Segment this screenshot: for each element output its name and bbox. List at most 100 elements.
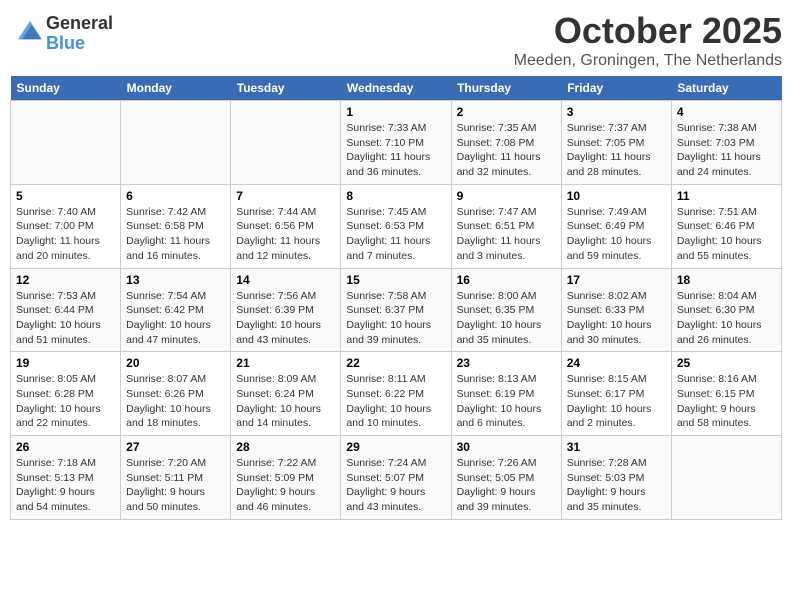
- calendar-day-18: 18 Sunrise: 8:04 AMSunset: 6:30 PMDayligh…: [671, 268, 781, 352]
- calendar-day-23: 23 Sunrise: 8:13 AMSunset: 6:19 PMDayligh…: [451, 352, 561, 436]
- day-info: Sunrise: 7:40 AMSunset: 7:00 PMDaylight:…: [16, 205, 115, 264]
- day-info: Sunrise: 7:51 AMSunset: 6:46 PMDaylight:…: [677, 205, 776, 264]
- day-number: 7: [236, 189, 335, 203]
- day-number: 23: [457, 356, 556, 370]
- day-info: Sunrise: 7:58 AMSunset: 6:37 PMDaylight:…: [346, 289, 445, 348]
- logo-icon: [14, 17, 46, 45]
- day-number: 27: [126, 440, 225, 454]
- calendar-day-1: 1Sunrise: 7:33 AMSunset: 7:10 PMDaylight…: [341, 101, 451, 185]
- day-number: 11: [677, 189, 776, 203]
- calendar-week-row: 12Sunrise: 7:53 AMSunset: 6:44 PMDayligh…: [11, 268, 782, 352]
- weekday-header-saturday: Saturday: [671, 76, 781, 101]
- day-number: 14: [236, 273, 335, 287]
- calendar-day-empty: [671, 436, 781, 520]
- calendar-day-30: 30 Sunrise: 7:26 AMSunset: 5:05 PMDayligh…: [451, 436, 561, 520]
- day-number: 3: [567, 105, 666, 119]
- day-info: Sunrise: 8:00 AMSunset: 6:35 PMDaylight:…: [457, 289, 556, 348]
- calendar-day-6: 6 Sunrise: 7:42 AMSunset: 6:58 PMDaylight…: [121, 184, 231, 268]
- calendar-day-empty: [11, 101, 121, 185]
- day-info: Sunrise: 7:20 AMSunset: 5:11 PMDaylight:…: [126, 456, 225, 515]
- day-info: Sunrise: 7:42 AMSunset: 6:58 PMDaylight:…: [126, 205, 225, 264]
- page-header: General Blue October 2025 Meeden, Gronin…: [10, 10, 782, 70]
- weekday-header-sunday: Sunday: [11, 76, 121, 101]
- calendar-body: 1Sunrise: 7:33 AMSunset: 7:10 PMDaylight…: [11, 101, 782, 520]
- day-number: 6: [126, 189, 225, 203]
- day-number: 28: [236, 440, 335, 454]
- day-info: Sunrise: 7:33 AMSunset: 7:10 PMDaylight:…: [346, 121, 445, 180]
- calendar-day-13: 13 Sunrise: 7:54 AMSunset: 6:42 PMDayligh…: [121, 268, 231, 352]
- weekday-header-friday: Friday: [561, 76, 671, 101]
- day-info: Sunrise: 7:18 AMSunset: 5:13 PMDaylight:…: [16, 456, 115, 515]
- calendar-day-27: 27 Sunrise: 7:20 AMSunset: 5:11 PMDayligh…: [121, 436, 231, 520]
- calendar-day-15: 15 Sunrise: 7:58 AMSunset: 6:37 PMDayligh…: [341, 268, 451, 352]
- day-info: Sunrise: 8:13 AMSunset: 6:19 PMDaylight:…: [457, 372, 556, 431]
- weekday-header-wednesday: Wednesday: [341, 76, 451, 101]
- day-info: Sunrise: 7:44 AMSunset: 6:56 PMDaylight:…: [236, 205, 335, 264]
- day-info: Sunrise: 8:05 AMSunset: 6:28 PMDaylight:…: [16, 372, 115, 431]
- calendar-day-22: 22 Sunrise: 8:11 AMSunset: 6:22 PMDayligh…: [341, 352, 451, 436]
- calendar-day-7: 7 Sunrise: 7:44 AMSunset: 6:56 PMDaylight…: [231, 184, 341, 268]
- day-number: 5: [16, 189, 115, 203]
- day-info: Sunrise: 7:49 AMSunset: 6:49 PMDaylight:…: [567, 205, 666, 264]
- calendar-day-17: 17 Sunrise: 8:02 AMSunset: 6:33 PMDayligh…: [561, 268, 671, 352]
- calendar-day-2: 2 Sunrise: 7:35 AMSunset: 7:08 PMDaylight…: [451, 101, 561, 185]
- calendar-day-21: 21Sunrise: 8:09 AMSunset: 6:24 PMDayligh…: [231, 352, 341, 436]
- calendar-day-20: 20 Sunrise: 8:07 AMSunset: 6:26 PMDayligh…: [121, 352, 231, 436]
- day-number: 2: [457, 105, 556, 119]
- calendar-day-12: 12Sunrise: 7:53 AMSunset: 6:44 PMDayligh…: [11, 268, 121, 352]
- calendar-day-16: 16 Sunrise: 8:00 AMSunset: 6:35 PMDayligh…: [451, 268, 561, 352]
- day-info: Sunrise: 7:26 AMSunset: 5:05 PMDaylight:…: [457, 456, 556, 515]
- day-number: 22: [346, 356, 445, 370]
- calendar-day-9: 9Sunrise: 7:47 AMSunset: 6:51 PMDaylight…: [451, 184, 561, 268]
- day-number: 29: [346, 440, 445, 454]
- calendar-day-26: 26 Sunrise: 7:18 AMSunset: 5:13 PMDayligh…: [11, 436, 121, 520]
- calendar-day-31: 31 Sunrise: 7:28 AMSunset: 5:03 PMDayligh…: [561, 436, 671, 520]
- calendar-day-4: 4Sunrise: 7:38 AMSunset: 7:03 PMDaylight…: [671, 101, 781, 185]
- day-info: Sunrise: 8:15 AMSunset: 6:17 PMDaylight:…: [567, 372, 666, 431]
- logo-text: General Blue: [46, 14, 113, 54]
- location: Meeden, Groningen, The Netherlands: [514, 52, 782, 70]
- day-number: 15: [346, 273, 445, 287]
- day-number: 13: [126, 273, 225, 287]
- day-info: Sunrise: 7:28 AMSunset: 5:03 PMDaylight:…: [567, 456, 666, 515]
- calendar-day-19: 19Sunrise: 8:05 AMSunset: 6:28 PMDayligh…: [11, 352, 121, 436]
- day-info: Sunrise: 8:07 AMSunset: 6:26 PMDaylight:…: [126, 372, 225, 431]
- day-info: Sunrise: 7:35 AMSunset: 7:08 PMDaylight:…: [457, 121, 556, 180]
- day-number: 20: [126, 356, 225, 370]
- day-info: Sunrise: 8:04 AMSunset: 6:30 PMDaylight:…: [677, 289, 776, 348]
- day-info: Sunrise: 7:37 AMSunset: 7:05 PMDaylight:…: [567, 121, 666, 180]
- calendar-day-29: 29Sunrise: 7:24 AMSunset: 5:07 PMDayligh…: [341, 436, 451, 520]
- day-info: Sunrise: 8:11 AMSunset: 6:22 PMDaylight:…: [346, 372, 445, 431]
- calendar-day-3: 3 Sunrise: 7:37 AMSunset: 7:05 PMDaylight…: [561, 101, 671, 185]
- calendar-week-row: 19Sunrise: 8:05 AMSunset: 6:28 PMDayligh…: [11, 352, 782, 436]
- day-number: 17: [567, 273, 666, 287]
- day-number: 31: [567, 440, 666, 454]
- calendar-day-24: 24 Sunrise: 8:15 AMSunset: 6:17 PMDayligh…: [561, 352, 671, 436]
- calendar-day-11: 11 Sunrise: 7:51 AMSunset: 6:46 PMDayligh…: [671, 184, 781, 268]
- day-info: Sunrise: 7:45 AMSunset: 6:53 PMDaylight:…: [346, 205, 445, 264]
- calendar-day-5: 5 Sunrise: 7:40 AMSunset: 7:00 PMDaylight…: [11, 184, 121, 268]
- calendar-day-10: 10 Sunrise: 7:49 AMSunset: 6:49 PMDayligh…: [561, 184, 671, 268]
- day-number: 16: [457, 273, 556, 287]
- calendar-week-row: 1Sunrise: 7:33 AMSunset: 7:10 PMDaylight…: [11, 101, 782, 185]
- day-number: 24: [567, 356, 666, 370]
- day-number: 30: [457, 440, 556, 454]
- day-number: 12: [16, 273, 115, 287]
- calendar-day-25: 25Sunrise: 8:16 AMSunset: 6:15 PMDayligh…: [671, 352, 781, 436]
- day-number: 26: [16, 440, 115, 454]
- weekday-header-monday: Monday: [121, 76, 231, 101]
- month-title: October 2025: [514, 10, 782, 52]
- day-info: Sunrise: 8:02 AMSunset: 6:33 PMDaylight:…: [567, 289, 666, 348]
- calendar-day-8: 8Sunrise: 7:45 AMSunset: 6:53 PMDaylight…: [341, 184, 451, 268]
- calendar-week-row: 5 Sunrise: 7:40 AMSunset: 7:00 PMDaylight…: [11, 184, 782, 268]
- day-info: Sunrise: 7:22 AMSunset: 5:09 PMDaylight:…: [236, 456, 335, 515]
- day-info: Sunrise: 7:54 AMSunset: 6:42 PMDaylight:…: [126, 289, 225, 348]
- calendar-day-empty: [231, 101, 341, 185]
- weekday-header-tuesday: Tuesday: [231, 76, 341, 101]
- day-number: 25: [677, 356, 776, 370]
- day-info: Sunrise: 7:47 AMSunset: 6:51 PMDaylight:…: [457, 205, 556, 264]
- calendar-table: SundayMondayTuesdayWednesdayThursdayFrid…: [10, 76, 782, 520]
- day-number: 10: [567, 189, 666, 203]
- calendar-header: SundayMondayTuesdayWednesdayThursdayFrid…: [11, 76, 782, 101]
- day-number: 18: [677, 273, 776, 287]
